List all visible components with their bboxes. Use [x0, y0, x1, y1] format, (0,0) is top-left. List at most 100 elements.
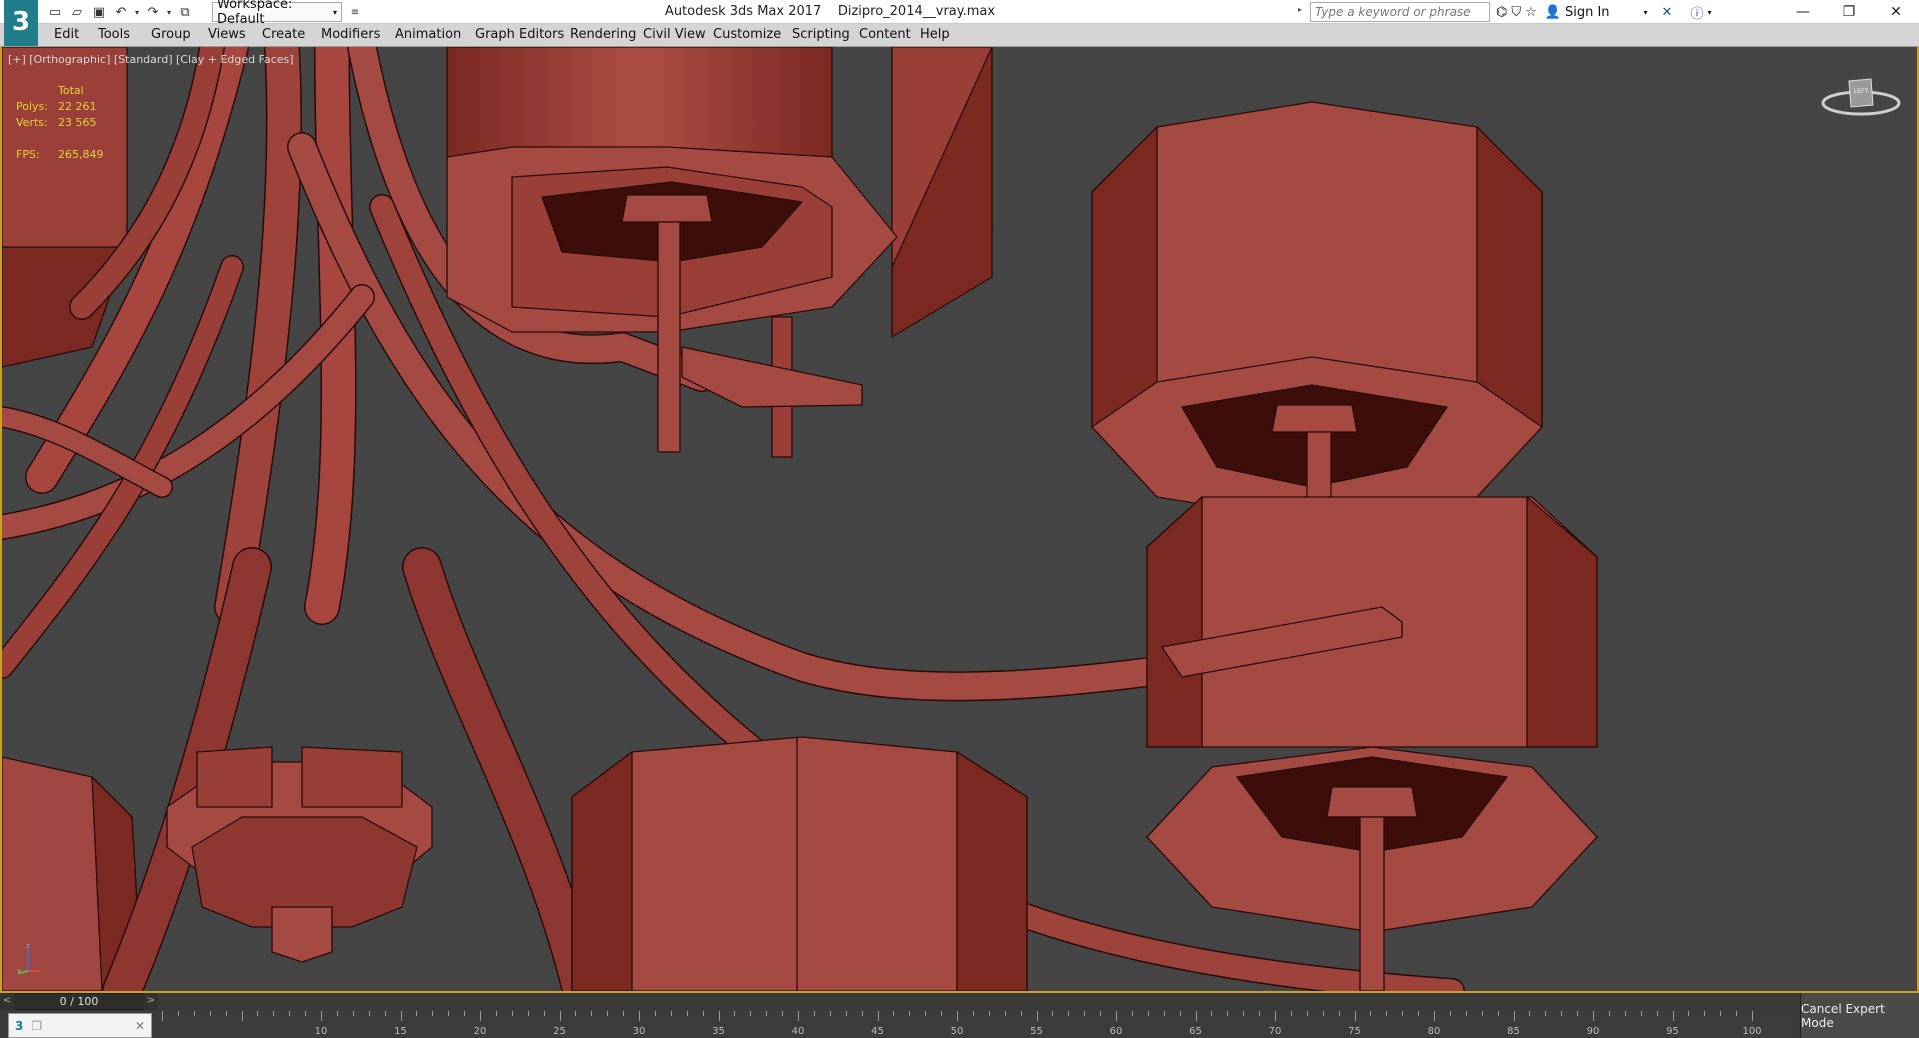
timeline-tick	[782, 1011, 784, 1016]
menu-customize[interactable]: Customize	[713, 27, 781, 42]
timeline-tick	[1386, 1011, 1388, 1016]
timeline-tick	[1195, 1011, 1197, 1021]
timeline-tick	[209, 1011, 211, 1016]
timeline-tick	[607, 1011, 609, 1016]
timeline-tick	[480, 1011, 481, 1021]
menu-civil-view[interactable]: Civil View	[643, 27, 706, 42]
timeline-tick	[1147, 1011, 1149, 1016]
scene-render	[2, 47, 1598, 991]
menu-group[interactable]: Group	[151, 27, 191, 42]
timeline-tick	[1577, 1011, 1579, 1016]
timeline-tick	[527, 1011, 529, 1016]
menu-graph-editors[interactable]: Graph Editors	[475, 27, 564, 42]
mini-listener-panel[interactable]: 3 ❐ ✕	[8, 1013, 152, 1038]
timeline-tick	[1545, 1011, 1547, 1016]
menu-help[interactable]: Help	[920, 27, 950, 42]
menu-modifiers[interactable]: Modifiers	[321, 27, 380, 42]
help-icon[interactable]: ⓘ	[1690, 3, 1703, 22]
chevron-down-icon[interactable]: ▾	[1644, 8, 1648, 17]
verts-value: 23 565	[58, 116, 97, 129]
timeline-tick	[368, 1011, 370, 1016]
timeline-tick	[257, 1011, 259, 1016]
timeline-tick	[321, 1011, 322, 1021]
menu-animation[interactable]: Animation	[395, 27, 461, 42]
menu-content[interactable]: Content	[859, 27, 911, 42]
timeline-tick	[1608, 1011, 1610, 1016]
close-small-icon[interactable]: ✕	[135, 1019, 145, 1033]
timeline-tick	[861, 1011, 863, 1016]
timeline-tick	[1418, 1011, 1420, 1016]
timeline-tick	[336, 1011, 338, 1016]
svg-text:z: z	[26, 943, 30, 950]
timeline-tick-label: 85	[1507, 1026, 1520, 1037]
restore-icon[interactable]: ❐	[1826, 0, 1872, 24]
timeline-tick	[1211, 1011, 1213, 1016]
cancel-expert-mode-button[interactable]: Cancel Expert Mode	[1800, 993, 1919, 1038]
timeline-track[interactable]: 10 15 20 25 30 35 40 45 50 55 60 65 70 75 80 85 90 95 100	[158, 1011, 1798, 1038]
timeline-tick	[1179, 1011, 1181, 1016]
timeline-tick	[1259, 1011, 1261, 1016]
timeline-tick	[1052, 1011, 1054, 1016]
close-icon[interactable]: ✕	[1873, 0, 1919, 24]
restore-small-icon[interactable]: ❐	[31, 1019, 42, 1033]
timeline-tick	[352, 1011, 354, 1016]
timeline-tick	[432, 1011, 434, 1016]
timeline-tick-label: 15	[394, 1026, 407, 1037]
timeline-tick	[1068, 1011, 1070, 1016]
binoculars-icon[interactable]: ⌬	[1496, 5, 1507, 20]
timeline-tick-label: 40	[791, 1026, 805, 1037]
timeline-tick	[543, 1011, 545, 1016]
file-name: Dizipro_2014__vray.max	[837, 4, 996, 19]
viewport-label[interactable]: [+] [Orthographic] [Standard] [Clay + Ed…	[8, 53, 294, 66]
menu-rendering[interactable]: Rendering	[570, 27, 636, 42]
time-slider[interactable]: 0 / 100	[0, 993, 158, 1010]
bookmark-icon[interactable]: ⛉	[1511, 5, 1521, 20]
menu-bar: Edit Tools Group Views Create Modifiers …	[0, 24, 1919, 47]
timeline-tick	[734, 1011, 736, 1016]
timeline-tick	[1513, 1011, 1515, 1021]
timeline-tick-label: 95	[1666, 1026, 1679, 1037]
search-input[interactable]: Type a keyword or phrase	[1310, 2, 1490, 22]
timeline-tick	[798, 1011, 799, 1021]
menu-views[interactable]: Views	[208, 27, 246, 42]
x-tools-icon[interactable]: ✕	[1662, 5, 1673, 20]
menu-tools[interactable]: Tools	[98, 27, 130, 42]
timeline-tick-label: 75	[1348, 1026, 1361, 1037]
timeline-tick	[845, 1011, 847, 1016]
timeline-tick	[1497, 1011, 1499, 1016]
star-icon[interactable]: ☆	[1525, 5, 1537, 20]
timeline-tick	[813, 1011, 815, 1016]
timeline-tick	[1736, 1011, 1738, 1016]
viewport-orthographic[interactable]: [+] [Orthographic] [Standard] [Clay + Ed…	[0, 47, 1919, 993]
timeline-tick	[1322, 1011, 1324, 1016]
timeline-tick	[1084, 1011, 1086, 1016]
timeline-tick	[193, 1011, 195, 1016]
slider-next-icon[interactable]: >	[144, 993, 158, 1010]
timeline-tick	[893, 1011, 895, 1016]
sign-in-link[interactable]: Sign In	[1565, 5, 1610, 20]
timeline-tick	[1100, 1011, 1102, 1016]
timeline-tick	[575, 1011, 577, 1016]
user-icon[interactable]: 👤	[1545, 5, 1561, 20]
minimize-icon[interactable]: —	[1780, 0, 1826, 24]
timeline-tick	[972, 1011, 974, 1016]
timeline-tick-label: 55	[1030, 1026, 1043, 1037]
timeline-tick	[1275, 1011, 1276, 1021]
timeline-tick	[1116, 1011, 1117, 1021]
viewcube-icon[interactable]: LEFT	[1819, 67, 1903, 127]
menu-create[interactable]: Create	[262, 27, 305, 42]
menu-edit[interactable]: Edit	[54, 27, 79, 42]
timeline-tick	[1402, 1011, 1404, 1016]
timeline-tick	[1020, 1011, 1022, 1016]
chevron-down-icon[interactable]: ▾	[1707, 8, 1711, 17]
timeline-tick	[400, 1011, 402, 1021]
slider-prev-icon[interactable]: <	[0, 993, 14, 1010]
stats-total-label: Total	[58, 84, 84, 97]
app-logo-icon[interactable]: 3	[4, 0, 38, 46]
timeline-tick	[925, 1011, 927, 1016]
app-logo-small-icon: 3	[15, 1018, 24, 1033]
menu-scripting[interactable]: Scripting	[792, 27, 850, 42]
expand-arrow-icon[interactable]: ▸	[1298, 5, 1302, 14]
timeline-tick-label: 80	[1427, 1026, 1441, 1037]
timeline-tick-label: 100	[1742, 1026, 1762, 1037]
